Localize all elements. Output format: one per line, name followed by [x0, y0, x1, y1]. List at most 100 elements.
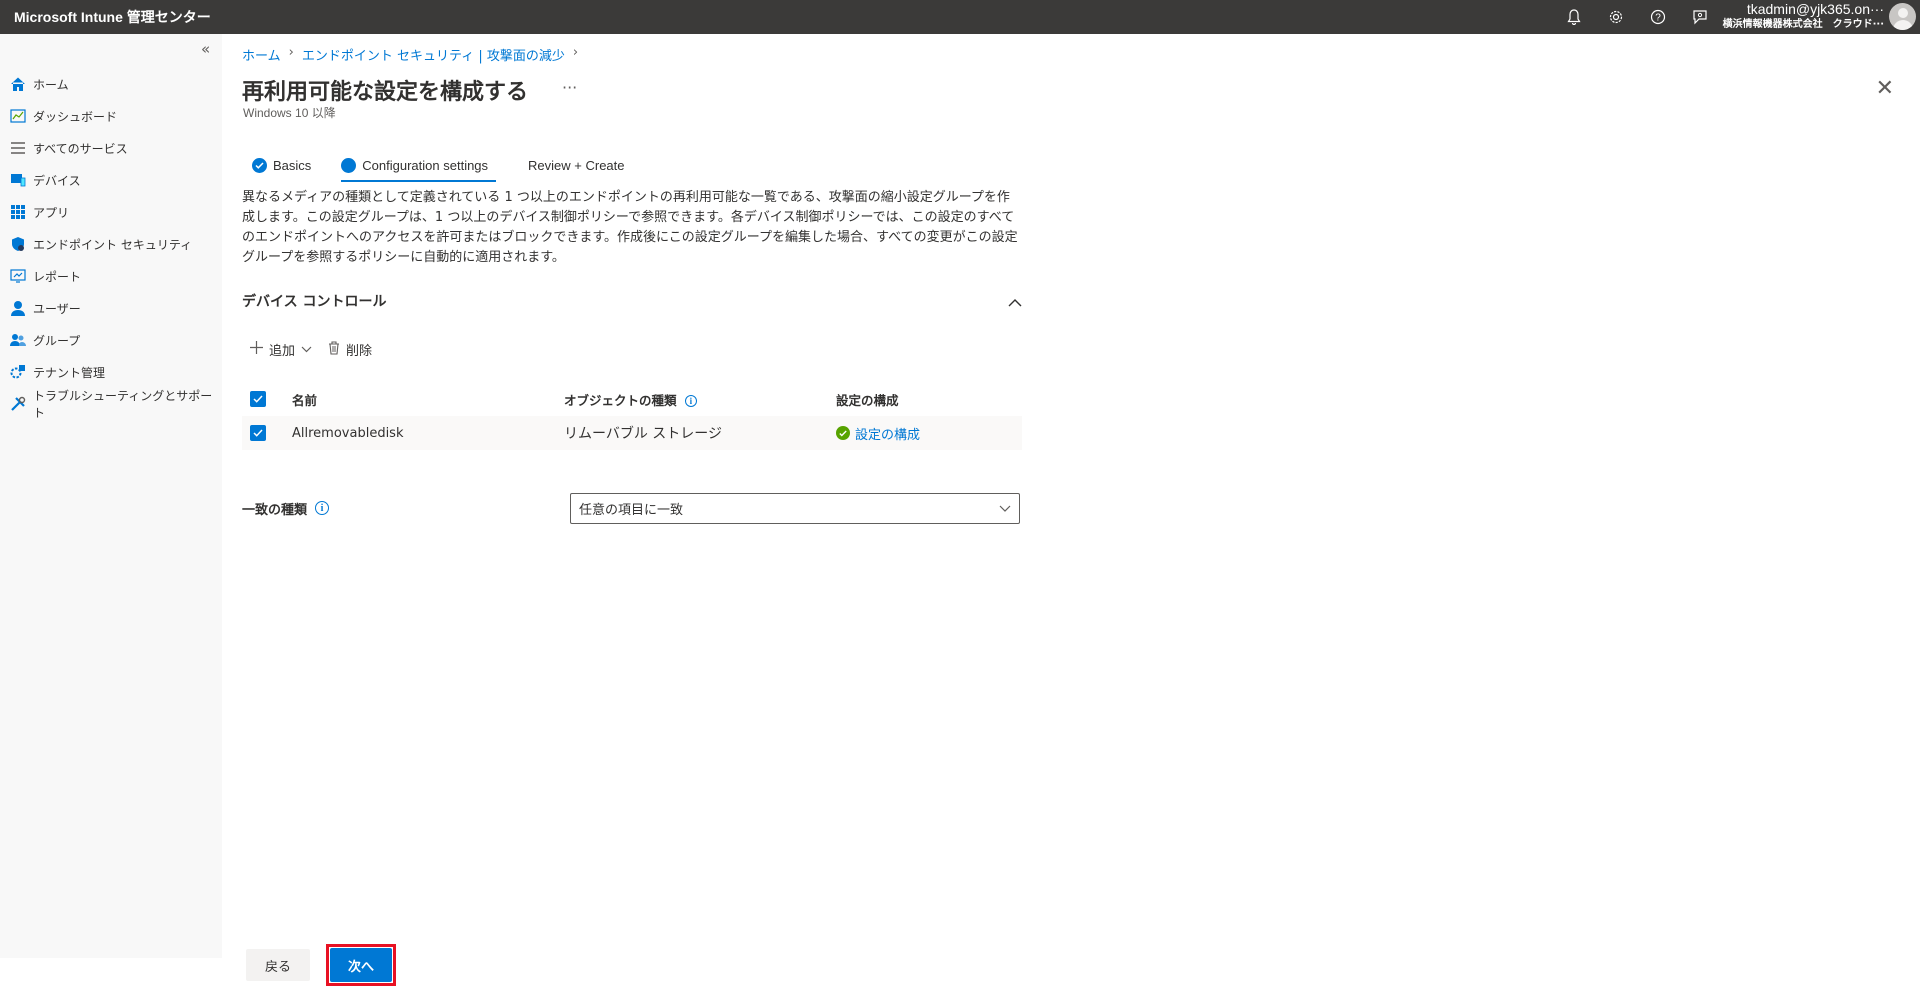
- sidebar-item-label: すべてのサービス: [33, 141, 128, 156]
- configure-settings-link[interactable]: 設定の構成: [836, 424, 1022, 443]
- row-name: Allremovabledisk: [292, 425, 404, 441]
- account-email: tkadmin@yjk365.on···: [1746, 1, 1884, 17]
- sidebar-item-dashboard[interactable]: ダッシュボード: [0, 100, 222, 132]
- sidebar-item-groups[interactable]: グループ: [0, 324, 222, 356]
- match-type-dropdown[interactable]: 任意の項目に一致: [570, 492, 1020, 524]
- group-icon: [10, 332, 26, 348]
- sidebar-item-label: トラブルシューティングとサポート: [33, 389, 213, 420]
- shield-icon: [10, 236, 26, 252]
- wrench-icon: [10, 396, 26, 412]
- dashboard-icon: [10, 108, 26, 124]
- next-button-highlight: 次へ: [326, 944, 396, 986]
- info-icon[interactable]: i: [684, 395, 697, 407]
- help-icon[interactable]: ?: [1648, 7, 1668, 27]
- collapse-sidebar-button[interactable]: «: [201, 40, 210, 58]
- trash-icon: [328, 340, 340, 359]
- breadcrumb: ホーム › エンドポイント セキュリティ | 攻撃面の減少 ›: [242, 45, 578, 64]
- nav-menu: ホーム ダッシュボード すべてのサービス デバイス アプリ エンドポイント セキ…: [0, 68, 222, 420]
- wizard-footer: 戻る 次へ: [246, 944, 396, 986]
- chevron-up-icon[interactable]: [1008, 292, 1022, 311]
- success-check-icon: [836, 426, 850, 440]
- plus-icon: [250, 341, 263, 358]
- section-title: デバイス コントロール: [242, 294, 387, 310]
- sidebar-item-label: レポート: [33, 269, 82, 284]
- account-info[interactable]: tkadmin@yjk365.on··· 横浜情報機器株式会社 クラウド···: [1723, 2, 1884, 32]
- svg-text:?: ?: [1655, 13, 1661, 24]
- device-control-section-header[interactable]: デバイス コントロール: [242, 286, 1022, 316]
- user-icon: [10, 300, 26, 316]
- breadcrumb-home[interactable]: ホーム: [242, 45, 281, 64]
- sidebar-item-apps[interactable]: アプリ: [0, 196, 222, 228]
- sidebar-item-label: グループ: [33, 333, 81, 348]
- sidebar-item-label: エンドポイント セキュリティ: [33, 237, 193, 252]
- configure-settings-label: 設定の構成: [855, 427, 921, 443]
- column-header-type[interactable]: オブジェクトの種類 i: [564, 390, 836, 409]
- close-button[interactable]: ✕: [1876, 76, 1894, 101]
- home-icon: [10, 76, 26, 92]
- sidebar-item-label: ホーム: [33, 77, 69, 92]
- add-button[interactable]: 追加: [250, 340, 312, 359]
- settings-table: 名前 オブジェクトの種類 i 設定の構成 Allremovabledisk リム…: [242, 382, 1022, 450]
- sidebar-item-users[interactable]: ユーザー: [0, 292, 222, 324]
- delete-button[interactable]: 削除: [328, 340, 372, 359]
- more-options-button[interactable]: ···: [562, 78, 577, 97]
- tenant-icon: [10, 364, 26, 380]
- sidebar-item-home[interactable]: ホーム: [0, 68, 222, 100]
- chevron-right-icon: ›: [288, 45, 294, 60]
- app-title[interactable]: Microsoft Intune 管理センター: [0, 7, 211, 27]
- tab-configuration-settings[interactable]: Configuration settings: [341, 148, 496, 182]
- match-type-value: 任意の項目に一致: [579, 502, 684, 518]
- main-content: ホーム › エンドポイント セキュリティ | 攻撃面の減少 › 再利用可能な設定…: [222, 34, 1920, 986]
- page-title: 再利用可能な設定を構成する: [242, 80, 529, 105]
- current-step-icon: [341, 157, 357, 173]
- sidebar-item-endpoint-security[interactable]: エンドポイント セキュリティ: [0, 228, 222, 260]
- gear-icon[interactable]: [1606, 7, 1626, 27]
- bell-icon[interactable]: [1564, 7, 1584, 27]
- sidebar-item-reports[interactable]: レポート: [0, 260, 222, 292]
- tab-review-create[interactable]: Review + Create: [528, 148, 624, 182]
- reports-icon: [10, 268, 26, 284]
- column-header-name[interactable]: 名前: [292, 390, 564, 409]
- sidebar-item-tenant-admin[interactable]: テナント管理: [0, 356, 222, 388]
- delete-label: 削除: [346, 344, 373, 359]
- account-org: 横浜情報機器株式会社 クラウド···: [1722, 19, 1884, 30]
- top-bar: Microsoft Intune 管理センター ? tkadmin@yjk365…: [0, 0, 1920, 34]
- sidebar-item-devices[interactable]: デバイス: [0, 164, 222, 196]
- sidebar-item-troubleshooting[interactable]: トラブルシューティングとサポート: [0, 388, 222, 420]
- wizard-tabs: Basics Configuration settings Review + C…: [252, 148, 655, 182]
- match-type-label: 一致の種類: [242, 502, 308, 518]
- sidebar-item-label: ダッシュボード: [33, 109, 118, 124]
- top-icons: ?: [1564, 0, 1710, 34]
- chevron-right-icon: ›: [572, 45, 579, 60]
- table-toolbar: 追加 削除: [250, 340, 372, 359]
- page-subtitle: Windows 10 以降: [243, 106, 336, 120]
- back-button[interactable]: 戻る: [246, 949, 310, 981]
- list-icon: [10, 140, 26, 156]
- avatar[interactable]: [1889, 3, 1916, 30]
- tab-basics[interactable]: Basics: [252, 148, 311, 182]
- chevron-down-icon: [301, 342, 312, 357]
- match-type-row: 一致の種類 i 任意の項目に一致: [242, 492, 1022, 524]
- column-header-type-label: オブジェクトの種類: [564, 392, 677, 408]
- check-circle-icon: [252, 157, 267, 173]
- add-label: 追加: [269, 344, 296, 359]
- sidebar-item-label: アプリ: [33, 205, 70, 220]
- info-icon[interactable]: i: [315, 501, 330, 515]
- row-type: リムーバブル ストレージ: [564, 426, 723, 442]
- column-header-config[interactable]: 設定の構成: [836, 390, 1022, 409]
- sidebar-item-label: ユーザー: [33, 301, 81, 316]
- sidebar-item-all-services[interactable]: すべてのサービス: [0, 132, 222, 164]
- row-checkbox[interactable]: [250, 425, 266, 441]
- tab-label: Basics: [273, 157, 312, 173]
- breadcrumb-endpoint-security[interactable]: エンドポイント セキュリティ | 攻撃面の減少: [302, 45, 565, 64]
- table-row[interactable]: Allremovabledisk リムーバブル ストレージ 設定の構成: [242, 416, 1022, 450]
- description-text: 異なるメディアの種類として定義されている 1 つ以上のエンドポイントの再利用可能…: [242, 190, 1018, 265]
- sidebar-item-label: デバイス: [33, 173, 81, 188]
- apps-icon: [10, 204, 26, 220]
- select-all-checkbox[interactable]: [250, 391, 266, 407]
- devices-icon: [10, 172, 26, 188]
- next-button[interactable]: 次へ: [330, 948, 392, 982]
- sidebar-item-label: テナント管理: [33, 365, 106, 380]
- feedback-icon[interactable]: [1690, 7, 1710, 27]
- table-header-row: 名前 オブジェクトの種類 i 設定の構成: [242, 382, 1022, 416]
